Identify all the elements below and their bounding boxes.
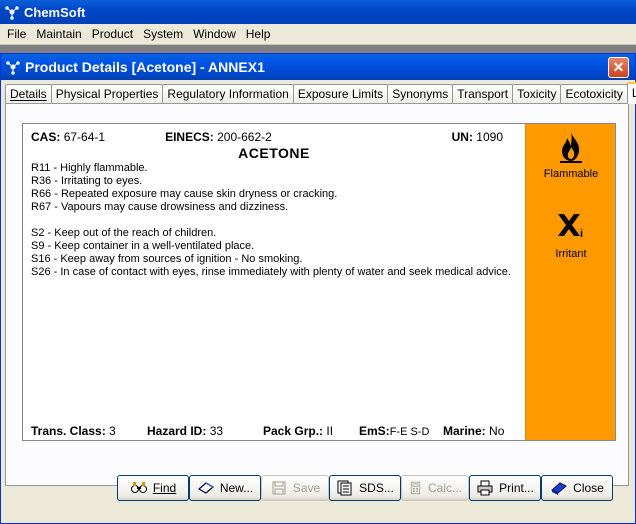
safety-phrase: S2 - Keep out of the reach of children. [31, 227, 217, 239]
tab-transport[interactable]: Transport [452, 84, 514, 104]
hazard-label: Flammable [543, 168, 599, 180]
tab-exposure-limits[interactable]: Exposure Limits [292, 84, 389, 104]
window-title: Product Details [Acetone] - ANNEX1 [25, 59, 265, 75]
sds-button[interactable]: SDS... [329, 475, 401, 501]
safety-phrase: S9 - Keep container in a well-ventilated… [31, 240, 255, 252]
sds-icon [337, 480, 352, 496]
menu-maintain[interactable]: Maintain [31, 27, 86, 41]
button-bar: Find New... Save SDS... Calc... Print...… [117, 475, 613, 501]
marine-pollutant: Marine: No [443, 424, 505, 438]
menu-help[interactable]: Help [241, 27, 276, 41]
tab-toxicity[interactable]: Toxicity [512, 84, 562, 104]
transport-row: Trans. Class: 3 Hazard ID: 33 Pack Grp.:… [31, 424, 521, 438]
risk-phrase: R67 - Vapours may cause drowsiness and d… [31, 201, 289, 213]
window-close-button[interactable]: ✕ [608, 57, 629, 78]
tab-regulatory-information[interactable]: Regulatory Information [162, 84, 294, 104]
label-text-area: CAS: 67-64-1 EINECS: 200-662-2 UN: 1090 … [23, 124, 525, 440]
close-button[interactable]: Close [541, 475, 613, 501]
product-name: ACETONE [238, 145, 310, 161]
window-title-bar[interactable]: Product Details [Acetone] - ANNEX1 ✕ [1, 54, 635, 80]
flame-icon [560, 132, 582, 163]
product-details-window: Product Details [Acetone] - ANNEX1 ✕ Det… [0, 53, 636, 524]
hazard-symbol-panel: Flammable i Irritant [525, 124, 615, 440]
label-preview: CAS: 67-64-1 EINECS: 200-662-2 UN: 1090 … [22, 123, 616, 441]
trans-class: Trans. Class: 3 [31, 424, 116, 438]
einecs-number: EINECS: 200-662-2 [165, 130, 272, 144]
close-icon [551, 482, 568, 495]
print-icon [477, 480, 493, 496]
tab-label[interactable]: Label [626, 82, 636, 104]
irritant-subscript: i [580, 228, 584, 240]
calc-button[interactable]: Calc... [401, 475, 469, 501]
menu-window[interactable]: Window [188, 27, 241, 41]
app-title-bar: ChemSoft [0, 0, 636, 24]
tab-details[interactable]: Details [5, 84, 52, 104]
risk-phrase: R36 - Irritating to eyes. [31, 175, 143, 187]
tab-physical-properties[interactable]: Physical Properties [50, 84, 164, 104]
hazard-id: Hazard ID: 33 [147, 424, 224, 438]
un-number: UN: 1090 [451, 130, 503, 144]
molecule-icon [6, 61, 20, 75]
find-icon [130, 482, 147, 493]
chemsoft-logo-icon [5, 6, 19, 20]
hazard-irritant: i Irritant [526, 210, 616, 260]
menu-bar: File Maintain Product System Window Help [0, 24, 636, 45]
label-tab-panel: CAS: 67-64-1 EINECS: 200-662-2 UN: 1090 … [5, 103, 629, 486]
safety-phrase: S16 - Keep away from sources of ignition… [31, 253, 303, 265]
cas-number: CAS: 67-64-1 [31, 130, 106, 144]
calc-icon [410, 481, 421, 495]
find-button[interactable]: Find [117, 475, 189, 501]
print-button[interactable]: Print... [469, 475, 541, 501]
menu-product[interactable]: Product [87, 27, 138, 41]
tab-ecotoxicity[interactable]: Ecotoxicity [560, 84, 628, 104]
risk-phrase: R11 - Highly flammable. [31, 162, 148, 174]
save-button[interactable]: Save [261, 475, 329, 501]
close-x-icon: ✕ [612, 59, 625, 75]
tab-strip: Details Physical Properties Regulatory I… [5, 82, 636, 104]
new-button[interactable]: New... [189, 475, 261, 501]
hazard-label: Irritant [555, 248, 587, 260]
tab-synonyms[interactable]: Synonyms [387, 84, 454, 104]
new-icon [197, 482, 214, 494]
save-icon [272, 481, 286, 495]
hazard-flammable: Flammable [526, 130, 616, 180]
menu-file[interactable]: File [2, 27, 31, 41]
identifier-row: CAS: 67-64-1 EINECS: 200-662-2 UN: 1090 [31, 130, 517, 144]
ems-code: EmS:F-E S-D [359, 424, 430, 438]
safety-phrase: S26 - In case of contact with eyes, rins… [31, 266, 511, 278]
app-title: ChemSoft [24, 4, 86, 20]
risk-phrase: R66 - Repeated exposure may cause skin d… [31, 188, 338, 200]
pack-group: Pack Grp.: II [263, 424, 334, 438]
menu-system[interactable]: System [138, 27, 188, 41]
